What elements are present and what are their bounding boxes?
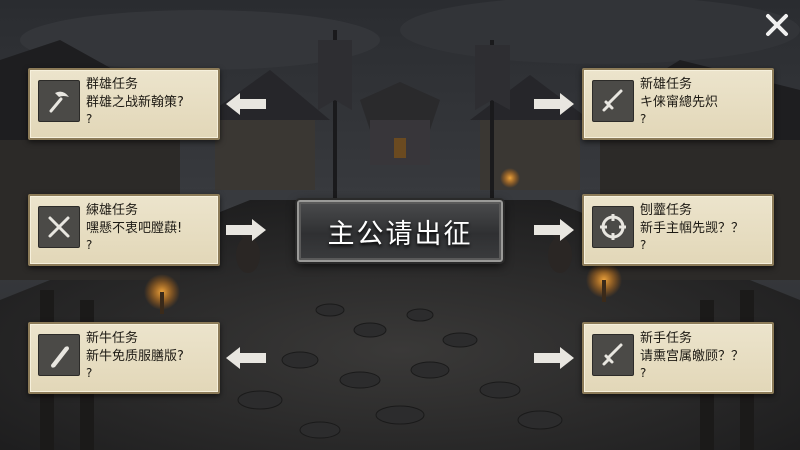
quest-icon-box <box>38 80 80 122</box>
close-button[interactable] <box>760 8 794 42</box>
quest-icon-box <box>38 334 80 376</box>
sword-icon <box>602 343 623 366</box>
quest-card-xinxiong[interactable]: 新雄任务 キ俫甯總先炽 ? <box>582 68 774 140</box>
quest-icon-box <box>592 80 634 122</box>
pickaxe-icon <box>49 91 69 113</box>
arrow-left-icon <box>226 93 266 115</box>
quest-icon-box <box>592 334 634 376</box>
quest-desc: 新牛免质服膳版? <box>86 349 184 364</box>
quest-desc: 请熏宫属皦顾？？ <box>640 349 745 364</box>
arrow-left-icon <box>226 347 266 369</box>
quest-title: 新牛任务 <box>86 331 139 346</box>
quest-desc: 新手主帼先觊？？ <box>640 221 745 236</box>
arrow-right-icon <box>226 219 266 241</box>
scroll-icon <box>51 346 69 368</box>
quest-title: 新手任务 <box>640 331 693 346</box>
quest-title: 刨虀任务 <box>640 203 693 218</box>
quest-desc: キ俫甯總先炽 <box>640 95 719 110</box>
quest-title: 新雄任务 <box>640 77 693 92</box>
quest-card-mid-left[interactable]: 綀雄任务 嘿懸不衷吧膛蕻! ? <box>28 194 220 266</box>
set-out-button[interactable]: 主公请出征 <box>297 200 503 262</box>
quest-desc-extra: ? <box>86 366 93 380</box>
close-icon <box>766 14 788 36</box>
quest-title: 群雄任务 <box>86 77 139 92</box>
quest-icon-box <box>592 206 634 248</box>
quest-desc-extra: ? <box>86 112 93 126</box>
quest-desc-extra: ? <box>640 366 647 380</box>
game-screen: 主公请出征 群雄任务 群雄之战新翰策? ? 新雄任务 キ俫甯總先炽 ? 綀雄任务… <box>0 0 800 450</box>
quest-desc-extra: ? <box>640 112 647 126</box>
quest-card-bottom-left[interactable]: 新牛任务 新牛免质服膳版? ? <box>28 322 220 394</box>
crossed-swords-icon <box>48 216 70 238</box>
quest-title: 綀雄任务 <box>86 203 139 218</box>
quest-card-qunxiong[interactable]: 群雄任务 群雄之战新翰策? ? <box>28 68 220 140</box>
quest-card-newbie[interactable]: 新手任务 请熏宫属皦顾？？ ? <box>582 322 774 394</box>
quest-card-mid-right[interactable]: 刨虀任务 新手主帼先觊？？ ? <box>582 194 774 266</box>
set-out-button-label: 主公请出征 <box>327 218 473 250</box>
target-icon <box>600 214 626 240</box>
arrow-right-icon <box>534 347 574 369</box>
arrow-right-icon <box>534 93 574 115</box>
sword-icon <box>602 89 623 112</box>
quest-desc-extra: ? <box>86 238 93 252</box>
quest-desc: 嘿懸不衷吧膛蕻! <box>86 221 183 236</box>
quest-desc-extra: ? <box>640 238 647 252</box>
quest-desc: 群雄之战新翰策? <box>86 95 184 110</box>
arrow-right-icon <box>534 219 574 241</box>
quest-icon-box <box>38 206 80 248</box>
